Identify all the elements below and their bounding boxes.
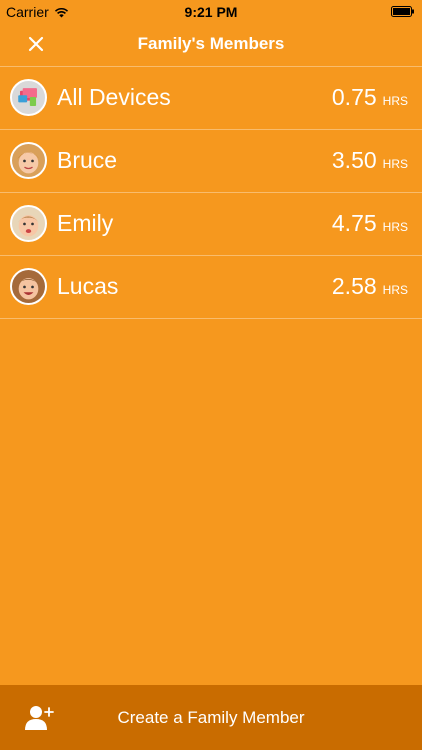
member-hours: 2.58 HRS [332,272,408,300]
member-row-emily[interactable]: Emily 4.75 HRS [0,193,422,256]
member-name: Lucas [57,273,119,299]
hours-value: 4.75 [331,210,377,236]
child-avatar [10,205,47,242]
child-avatar [10,268,47,305]
hours-unit: HRS [382,157,408,171]
member-name: Emily [57,210,114,236]
devices-icon [10,79,47,116]
status-bar: Carrier 9:21 PM [0,0,422,24]
page-title: Family's Members [137,34,285,53]
member-hours: 0.75 HRS [332,83,408,111]
member-hours: 3.50 HRS [332,146,408,174]
member-hours: 4.75 HRS [332,209,408,237]
hours-value: 2.58 [331,273,377,299]
member-row-all-devices[interactable]: All Devices 0.75 HRS [0,67,422,130]
member-row-lucas[interactable]: Lucas 2.58 HRS [0,256,422,319]
member-name: Bruce [57,147,118,173]
nav-header: Family's Members [0,24,422,67]
status-time: 9:21 PM [184,4,238,20]
hours-value: 3.50 [331,147,377,173]
hours-unit: HRS [382,94,408,108]
hours-unit: HRS [382,283,408,297]
member-row-bruce[interactable]: Bruce 3.50 HRS [0,130,422,193]
hours-unit: HRS [382,220,408,234]
battery-icon [391,6,414,17]
member-name: All Devices [57,84,171,110]
create-family-member-button[interactable]: Create a Family Member [0,685,422,750]
child-avatar [10,142,47,179]
member-list: All Devices 0.75 HRS Bruce 3.50 HRS Emil… [0,67,422,319]
hours-value: 0.75 [331,84,377,110]
footer-label: Create a Family Member [117,708,305,727]
